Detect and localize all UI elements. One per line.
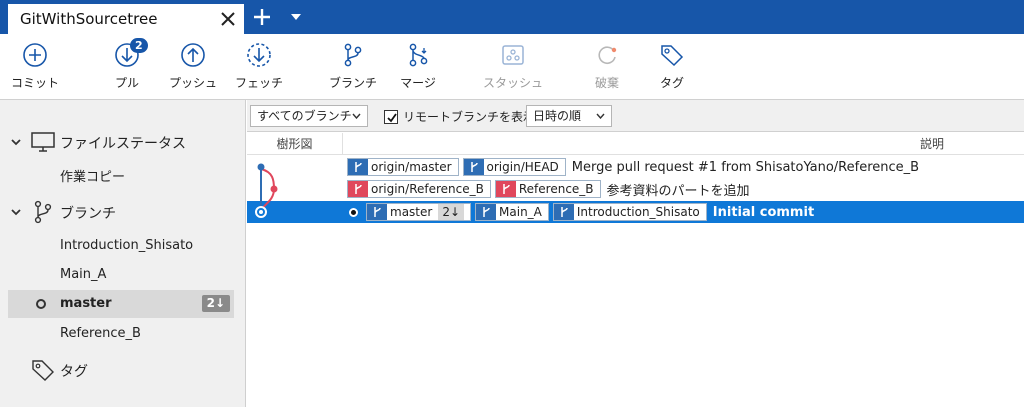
commit-graph <box>255 163 278 218</box>
commit-row[interactable]: origin/Reference_B Reference_B 参考資料のパートを… <box>247 178 1024 200</box>
sort-order-select[interactable]: 日時の順 <box>526 105 612 127</box>
toolbar: コミット 2 プル プッシュ フェッチ ブランチ マージ スタッシュ 破棄 タグ <box>0 34 1024 100</box>
ref-label: Introduction_Shisato <box>552 203 707 221</box>
description-column-header[interactable]: 説明 <box>920 133 944 155</box>
branch-icon <box>476 204 497 220</box>
discard-button[interactable]: 破棄 <box>572 42 642 96</box>
push-button[interactable]: プッシュ <box>158 42 228 96</box>
push-icon <box>181 43 205 67</box>
ref-label: origin/master <box>347 158 459 176</box>
check-icon <box>387 112 397 122</box>
branch-icon <box>348 181 368 197</box>
sidebar-item-branch-introduction-shisato[interactable]: Introduction_Shisato <box>0 232 246 260</box>
tag-icon <box>661 45 684 67</box>
branch-icon <box>495 181 516 197</box>
commit-message: 参考資料のパートを追加 <box>606 183 750 199</box>
close-icon[interactable] <box>218 9 238 29</box>
show-remote-branches-toggle[interactable]: リモートブランチを表示 <box>384 108 535 125</box>
stash-button[interactable]: スタッシュ <box>478 42 548 96</box>
sidebar-item-branch-master[interactable]: master 2↓ <box>8 290 234 318</box>
tab-bar: GitWithSourcetree <box>0 0 1024 34</box>
ref-label: Main_A <box>475 203 549 221</box>
repo-tab[interactable]: GitWithSourcetree <box>8 4 244 34</box>
chevron-down-icon <box>352 113 361 119</box>
sidebar-item-branch-main-a[interactable]: Main_A <box>0 261 246 289</box>
commit-row-selected[interactable]: master 2↓ Main_A Introduction_Shisato In… <box>247 201 1024 223</box>
repo-tab-title: GitWithSourcetree <box>20 10 158 28</box>
branch-icon <box>348 159 368 175</box>
merge-button[interactable]: マージ <box>383 42 453 96</box>
tag-button[interactable]: タグ <box>637 42 707 96</box>
sidebar-section-file-status[interactable]: ファイルステータス <box>0 127 246 157</box>
head-indicator-icon <box>349 207 358 217</box>
branch-icon <box>463 159 484 175</box>
branch-icon <box>344 43 362 67</box>
fetch-icon <box>247 43 271 67</box>
branch-filter-select[interactable]: すべてのブランチ <box>250 105 368 127</box>
graph-column-header[interactable]: 樹形図 <box>247 133 343 155</box>
branch-button[interactable]: ブランチ <box>318 42 388 96</box>
ref-label: origin/Reference_B <box>347 180 491 198</box>
commit-message: Merge pull request #1 from ShisatoYano/R… <box>571 159 920 175</box>
behind-count-badge: 2↓ <box>201 295 230 312</box>
chevron-down-icon[interactable] <box>10 136 22 148</box>
pull-count-badge: 2 <box>130 38 148 53</box>
chevron-down-icon <box>596 113 605 119</box>
sidebar-item-branch-reference-b[interactable]: Reference_B <box>0 320 246 348</box>
fetch-button[interactable]: フェッチ <box>224 42 294 96</box>
sidebar: ファイルステータス 作業コピー ブランチ Introduction_Shisat… <box>0 100 246 407</box>
behind-count-badge: 2↓ <box>438 204 465 220</box>
merge-icon <box>409 43 428 67</box>
ref-label: master 2↓ <box>366 203 472 221</box>
commit-row[interactable]: origin/master origin/HEAD Merge pull req… <box>247 156 1024 178</box>
discard-icon <box>598 46 617 64</box>
graph-node <box>270 185 278 193</box>
pull-button[interactable]: 2 プル <box>92 38 162 96</box>
branch-icon <box>367 204 387 220</box>
current-branch-dot <box>36 299 46 309</box>
chevron-down-icon[interactable] <box>290 12 302 22</box>
monitor-icon <box>31 132 55 152</box>
sidebar-section-tags[interactable]: タグ <box>0 355 246 385</box>
ref-label: origin/HEAD <box>462 158 566 176</box>
graph-node <box>257 163 265 171</box>
sidebar-section-branches[interactable]: ブランチ <box>0 197 246 227</box>
column-header: 樹形図 説明 <box>247 133 1024 155</box>
filter-bar: すべてのブランチ リモートブランチを表示 日時の順 <box>247 100 1024 132</box>
commit-message: Initial commit <box>712 204 815 220</box>
history-panel: すべてのブランチ リモートブランチを表示 日時の順 樹形図 説明 origin/… <box>247 100 1024 407</box>
show-remote-checkbox[interactable] <box>384 109 398 124</box>
branch-icon <box>34 200 52 224</box>
commit-button[interactable]: コミット <box>0 42 70 96</box>
commit-list: origin/master origin/HEAD Merge pull req… <box>247 156 1024 276</box>
chevron-down-icon[interactable] <box>10 206 22 218</box>
stash-icon <box>502 45 524 65</box>
branch-icon <box>553 204 574 220</box>
tag-icon <box>32 360 54 381</box>
sidebar-item-working-copy[interactable]: 作業コピー <box>0 160 246 188</box>
ref-label: Reference_B <box>494 180 601 198</box>
plus-icon[interactable] <box>252 7 272 27</box>
commit-icon <box>23 43 47 67</box>
